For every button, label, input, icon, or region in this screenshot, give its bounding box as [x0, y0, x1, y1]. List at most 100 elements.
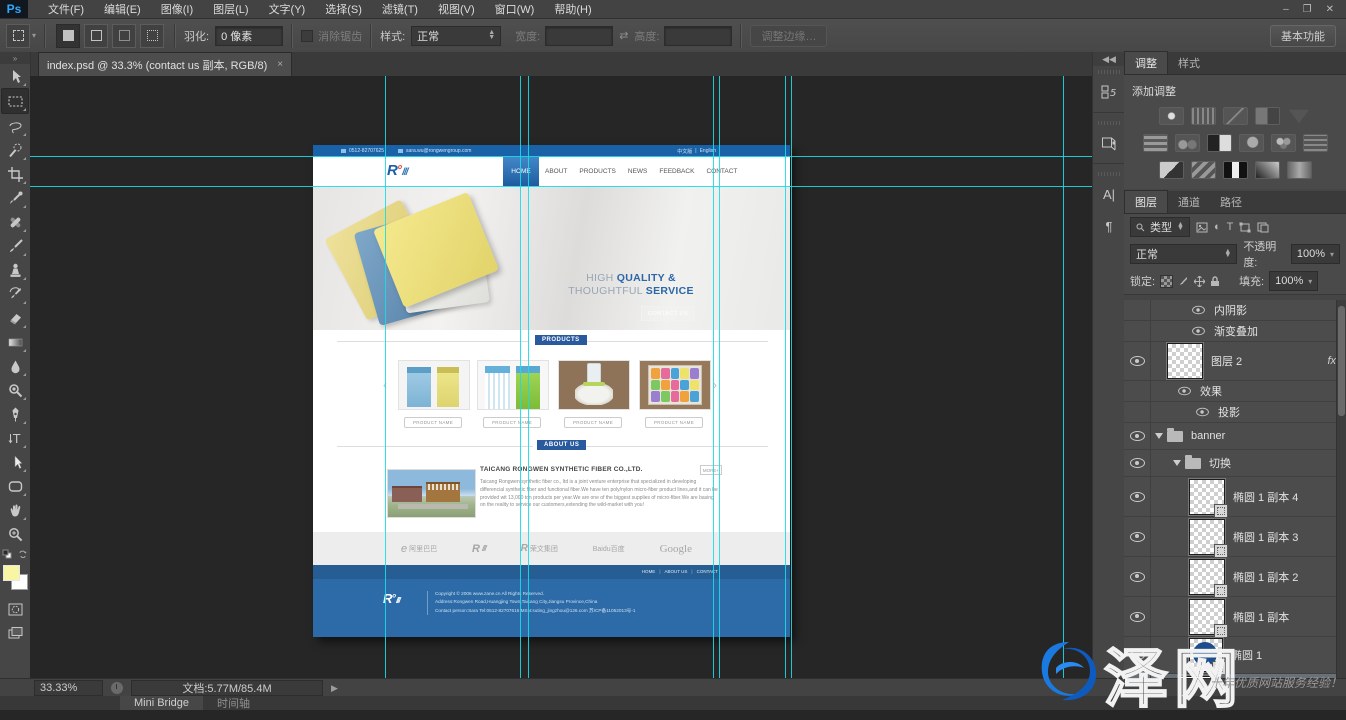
exposure-icon[interactable] — [1255, 107, 1280, 125]
eraser-tool[interactable] — [2, 306, 28, 330]
layer-shape-row[interactable]: 椭圆 1 副本 4 — [1124, 477, 1346, 517]
guide[interactable] — [1063, 76, 1064, 678]
rectangular-marquee-tool[interactable] — [1, 88, 29, 114]
color-balance-icon[interactable] — [1175, 134, 1200, 152]
visibility-eye-icon[interactable] — [1130, 431, 1145, 441]
brush-tool[interactable] — [2, 234, 28, 258]
gradient-tool[interactable] — [2, 330, 28, 354]
workspace-button[interactable]: 基本功能 — [1270, 25, 1336, 47]
menu-type[interactable]: 文字(Y) — [259, 0, 316, 18]
lock-all-icon[interactable] — [1210, 276, 1220, 287]
layer-shape-row[interactable]: 椭圆 1 副本 2 — [1124, 557, 1346, 597]
menu-file[interactable]: 文件(F) — [38, 0, 94, 18]
guide[interactable] — [719, 76, 720, 678]
layer-thumbnail[interactable] — [1189, 559, 1225, 595]
posterize-icon[interactable] — [1191, 161, 1216, 179]
fill-value[interactable]: 100%▾ — [1269, 271, 1318, 291]
filter-pixel-layers-icon[interactable] — [1196, 222, 1208, 233]
group-expand-icon[interactable] — [1155, 433, 1163, 439]
quick-selection-tool[interactable] — [2, 138, 28, 162]
black-white-icon[interactable] — [1207, 134, 1232, 152]
direct-selection-tool[interactable] — [2, 450, 28, 474]
menu-window[interactable]: 窗口(W) — [485, 0, 545, 18]
spot-healing-brush-tool[interactable] — [2, 210, 28, 234]
properties-panel-icon[interactable] — [1096, 130, 1122, 156]
pen-tool[interactable] — [2, 402, 28, 426]
filter-adjustment-layers-icon[interactable]: ◐ — [1214, 221, 1221, 233]
tab-close-icon[interactable]: × — [277, 59, 283, 70]
history-panel-icon[interactable]: 5 — [1096, 79, 1122, 105]
history-brush-tool[interactable] — [2, 282, 28, 306]
lock-position-icon[interactable] — [1194, 276, 1205, 287]
dodge-tool[interactable] — [2, 378, 28, 402]
refine-edge-button[interactable]: 调整边缘… — [750, 25, 827, 47]
invert-icon[interactable] — [1159, 161, 1184, 179]
quick-mask-mode-button[interactable] — [2, 597, 28, 621]
guide[interactable] — [30, 156, 1092, 157]
tab-adjustments[interactable]: 调整 — [1124, 51, 1168, 74]
color-lookup-icon[interactable] — [1303, 134, 1328, 152]
group-expand-icon[interactable] — [1173, 460, 1181, 466]
visibility-eye-icon[interactable] — [1178, 387, 1191, 396]
zoom-tool[interactable] — [2, 522, 28, 546]
lock-transparent-icon[interactable] — [1160, 275, 1173, 288]
guide[interactable] — [520, 76, 521, 678]
width-input[interactable] — [545, 26, 613, 46]
tab-styles[interactable]: 样式 — [1168, 52, 1210, 74]
toolbar-collapse-icon[interactable]: » — [0, 52, 30, 64]
filter-type-dropdown[interactable]: 类型▲▼ — [1130, 217, 1190, 237]
height-input[interactable] — [664, 26, 732, 46]
canvas-area[interactable]: 0512-82707625 sara.wu@rongwengroup.com 中… — [30, 76, 1092, 678]
tool-preset-arrow-icon[interactable]: ▾ — [32, 31, 36, 40]
filter-type-layers-icon[interactable]: T — [1227, 221, 1234, 233]
menu-filter[interactable]: 滤镜(T) — [372, 0, 428, 18]
visibility-eye-icon[interactable] — [1192, 306, 1205, 315]
visibility-eye-icon[interactable] — [1130, 650, 1145, 660]
guide[interactable] — [791, 76, 792, 678]
status-options-arrow-icon[interactable]: ▶ — [331, 683, 338, 694]
selective-color-icon[interactable] — [1287, 161, 1312, 179]
layer-effects-header-row[interactable]: 效果 — [1124, 381, 1346, 402]
paragraph-panel-icon[interactable]: ¶ — [1096, 213, 1122, 239]
brightness-contrast-icon[interactable] — [1159, 107, 1184, 125]
layers-scrollbar[interactable] — [1336, 300, 1346, 691]
visibility-eye-icon[interactable] — [1130, 458, 1145, 468]
levels-icon[interactable] — [1191, 107, 1216, 125]
layer-effect-row[interactable]: 投影 — [1124, 402, 1346, 423]
threshold-icon[interactable] — [1223, 161, 1248, 179]
tab-channels[interactable]: 通道 — [1168, 191, 1210, 213]
layer-group-row[interactable]: 切换 — [1124, 450, 1346, 477]
intersect-selection-mode-button[interactable] — [140, 24, 164, 48]
minimize-button[interactable]: – — [1283, 4, 1289, 15]
hue-saturation-icon[interactable] — [1143, 134, 1168, 152]
channel-mixer-icon[interactable] — [1271, 134, 1296, 152]
layer-effect-row[interactable]: 内阴影 — [1124, 300, 1346, 321]
hand-tool[interactable] — [2, 498, 28, 522]
crop-tool[interactable] — [2, 162, 28, 186]
lock-pixels-icon[interactable] — [1178, 276, 1189, 287]
screen-mode-button[interactable] — [2, 621, 28, 645]
clone-stamp-tool[interactable] — [2, 258, 28, 282]
blur-tool[interactable] — [2, 354, 28, 378]
default-colors-icon[interactable] — [2, 549, 12, 559]
layer-thumbnail[interactable] — [1167, 343, 1203, 379]
swap-colors-icon[interactable] — [18, 549, 28, 559]
layer-shape-row[interactable]: 椭圆 1 副本 — [1124, 597, 1346, 637]
opacity-value[interactable]: 100%▾ — [1291, 244, 1340, 264]
move-tool[interactable] — [2, 64, 28, 88]
tool-preset-icon[interactable] — [6, 24, 30, 48]
visibility-eye-icon[interactable] — [1130, 572, 1145, 582]
swap-dimensions-icon[interactable]: ⇄ — [619, 29, 628, 42]
guide[interactable] — [30, 186, 1092, 187]
visibility-eye-icon[interactable] — [1130, 492, 1145, 502]
layer-thumbnail[interactable] — [1189, 638, 1223, 672]
foreground-color-swatch[interactable] — [3, 565, 20, 581]
curves-icon[interactable] — [1223, 107, 1248, 125]
restore-button[interactable]: ❐ — [1303, 4, 1312, 15]
menu-help[interactable]: 帮助(H) — [544, 0, 601, 18]
feather-input[interactable]: 0 像素 — [215, 26, 283, 46]
character-panel-icon[interactable]: A| — [1096, 181, 1122, 207]
visibility-eye-icon[interactable] — [1130, 612, 1145, 622]
layer-shape-row[interactable]: 椭圆 1 — [1124, 637, 1346, 674]
guide[interactable] — [528, 76, 529, 678]
